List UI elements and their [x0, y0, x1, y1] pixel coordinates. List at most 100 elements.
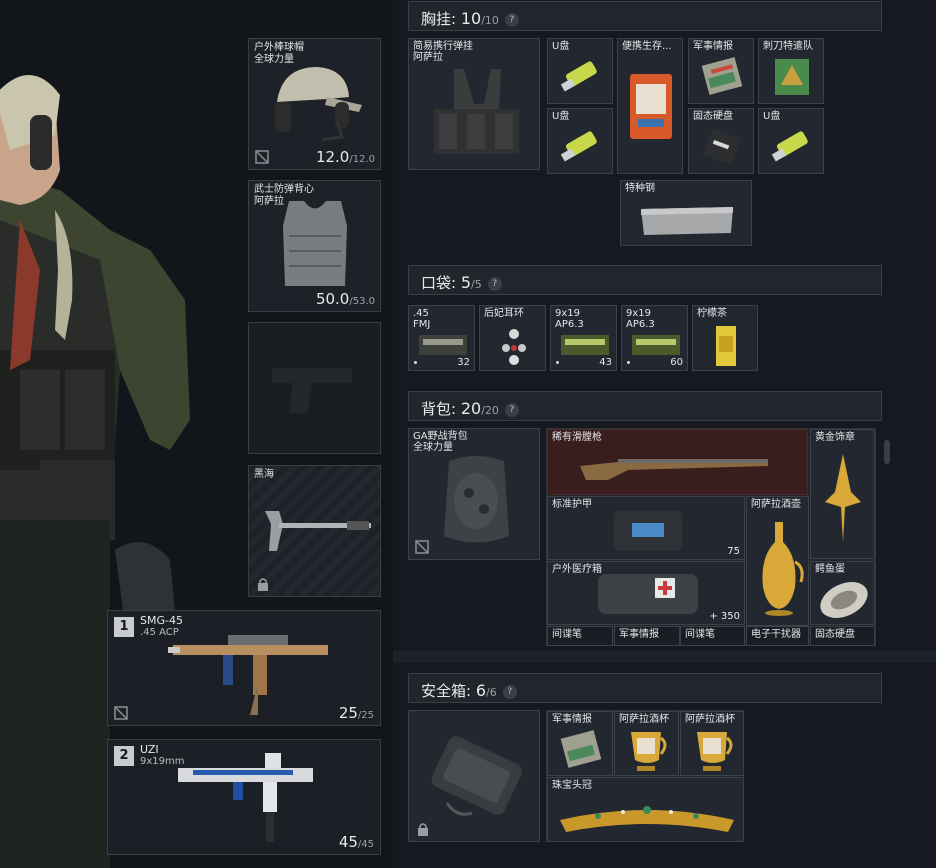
- rig-item-usb[interactable]: U盘: [547, 38, 613, 104]
- bp-item-ssd[interactable]: 固态硬盘: [810, 626, 875, 646]
- armor-dur-max: /53.0: [349, 296, 375, 307]
- help-icon[interactable]: ?: [487, 277, 502, 291]
- indicator-dot: [556, 361, 559, 364]
- ammo-box-icon: [561, 335, 609, 355]
- rig-item-usb[interactable]: U盘: [547, 108, 613, 174]
- bp-item-spy-pen[interactable]: 间谍笔: [547, 626, 613, 646]
- item-label: 柠檬茶: [697, 308, 727, 319]
- backpack-max: /20: [481, 404, 499, 417]
- pockets-title: 口袋:: [421, 274, 457, 292]
- secondary-weapon-slot[interactable]: 2 UZI 9x19mm 45/45: [107, 739, 381, 855]
- item-label: 固态硬盘: [815, 629, 855, 640]
- earring-icon: [502, 329, 526, 365]
- safe-box-max: /6: [486, 686, 497, 699]
- backpack-container[interactable]: GA野战背包 全球力量: [408, 428, 540, 560]
- rig-item-special-steel[interactable]: 特种钢: [620, 180, 752, 246]
- intel-document-icon: [560, 730, 602, 768]
- item-label: 间谍笔: [552, 629, 582, 640]
- rig-item-bayonet-squad[interactable]: 刺刀特遣队: [758, 38, 824, 104]
- inventory-screen: 户外棒球帽 全球力量 12.0/12.0 武士防弹背心 阿萨拉 50.0/53.…: [0, 0, 936, 868]
- intel-folder-icon: [775, 59, 809, 95]
- item-label: 间谍笔: [685, 629, 715, 640]
- safe-box-count: 6: [475, 681, 487, 700]
- item-count: 75: [727, 546, 740, 557]
- item-label: 标准护甲: [552, 499, 592, 510]
- bp-item-musket[interactable]: 稀有滑膛枪: [547, 429, 808, 495]
- bp-item-gold-emblem[interactable]: 黄金饰章: [810, 429, 875, 559]
- lock-icon: [258, 578, 268, 591]
- armor-kit-icon: [614, 511, 682, 551]
- safe-box-container[interactable]: [408, 710, 540, 842]
- pocket-item-lemon-tea[interactable]: 柠檬茶: [692, 305, 758, 371]
- item-label: U盘: [552, 111, 570, 122]
- gold-cup-icon: [631, 732, 667, 771]
- item-label: U盘: [763, 111, 781, 122]
- backpack-scrollbar[interactable]: [884, 440, 890, 464]
- item-label: 黄金饰章: [815, 432, 855, 443]
- pocket-item-ammo[interactable]: 9x19 AP6.3 60: [621, 305, 688, 371]
- rig-item-survival-kit[interactable]: 便携生存...: [617, 38, 683, 174]
- item-label: 军事情报: [619, 629, 659, 640]
- pistol-placeholder-icon: [272, 368, 352, 413]
- melee-name: 黑海: [254, 469, 274, 480]
- backpack-name: GA野战背包 全球力量: [413, 431, 468, 453]
- survival-kit-icon: [630, 74, 672, 139]
- gold-cup-icon: [697, 732, 733, 771]
- bp-item-croc-egg[interactable]: 鳄鱼蛋: [810, 561, 875, 625]
- chest-rig-name: 简易携行弹挂 阿萨拉: [413, 41, 473, 63]
- helmet-slot[interactable]: 户外棒球帽 全球力量 12.0/12.0: [248, 38, 381, 170]
- pocket-item-ammo[interactable]: 9x19 AP6.3 43: [550, 305, 617, 371]
- rig-item-usb[interactable]: U盘: [758, 108, 824, 174]
- bp-item-standard-armor[interactable]: 标准护甲 75: [547, 496, 745, 560]
- armor-vest-icon: [283, 201, 347, 286]
- ammo-box-icon: [632, 335, 680, 355]
- help-icon[interactable]: ?: [504, 13, 519, 27]
- backpack-icon: [444, 456, 509, 543]
- rig-item-military-intel[interactable]: 军事情报: [688, 38, 754, 104]
- help-icon[interactable]: ?: [502, 685, 517, 699]
- bp-item-jammer[interactable]: 电子干扰器: [746, 626, 809, 646]
- item-label: 军事情报: [552, 714, 592, 725]
- medical-kit-icon: [598, 574, 698, 614]
- unbreakable-icon: [415, 540, 429, 554]
- safe-item-jewel-crown[interactable]: 珠宝头冠: [547, 777, 744, 842]
- safe-item-military-intel[interactable]: 军事情报: [547, 711, 613, 776]
- pockets-count: 5: [460, 273, 472, 292]
- safe-box-header: 安全箱: 6/6?: [408, 673, 882, 703]
- weapon-slot-number: 1: [114, 617, 134, 637]
- section-divider: [393, 651, 936, 663]
- pistol-slot[interactable]: [248, 322, 381, 454]
- rig-item-ssd[interactable]: 固态硬盘: [688, 108, 754, 174]
- safe-item-asala-cup[interactable]: 阿萨拉酒杯: [680, 711, 744, 776]
- melee-slot[interactable]: 黑海: [248, 465, 381, 597]
- item-label: .45 FMJ: [413, 308, 431, 330]
- primary-weapon-slot[interactable]: 1 SMG-45 .45 ACP 25/25: [107, 610, 381, 726]
- armor-slot[interactable]: 武士防弹背心 阿萨拉 50.0/53.0: [248, 180, 381, 312]
- item-label: 便携生存...: [622, 41, 672, 52]
- drink-carton-icon: [716, 326, 736, 366]
- weapon-ammo: 45/45: [339, 833, 374, 851]
- armor-durability: 50.0/53.0: [316, 290, 375, 308]
- bp-item-asala-flask[interactable]: 阿萨拉酒壶: [746, 496, 809, 626]
- bp-item-military-intel[interactable]: 军事情报: [614, 626, 680, 646]
- pocket-item-ammo[interactable]: .45 FMJ 32: [408, 305, 475, 371]
- help-icon[interactable]: ?: [504, 403, 519, 417]
- unbreakable-icon: [255, 150, 269, 164]
- intel-document-icon: [701, 57, 743, 95]
- item-count: 60: [670, 357, 683, 368]
- gold-flask-icon: [762, 522, 804, 616]
- steel-bar-icon: [641, 207, 733, 235]
- indicator-dot: [414, 361, 417, 364]
- item-label: 军事情报: [693, 41, 733, 52]
- item-label: 特种钢: [625, 183, 655, 194]
- backpack-header: 背包: 20/20?: [408, 391, 882, 421]
- chest-rig-container[interactable]: 简易携行弹挂 阿萨拉: [408, 38, 540, 170]
- safe-item-asala-cup[interactable]: 阿萨拉酒杯: [614, 711, 679, 776]
- bp-item-spy-pen[interactable]: 间谍笔: [680, 626, 745, 646]
- item-label: 阿萨拉酒壶: [751, 499, 801, 510]
- lock-icon: [418, 823, 428, 836]
- item-label: 9x19 AP6.3: [626, 308, 655, 330]
- bp-item-medical-kit[interactable]: 户外医疗箱 + 350: [547, 561, 745, 625]
- uzi-icon: [178, 753, 313, 842]
- pocket-item-earring[interactable]: 后妃耳环: [479, 305, 546, 371]
